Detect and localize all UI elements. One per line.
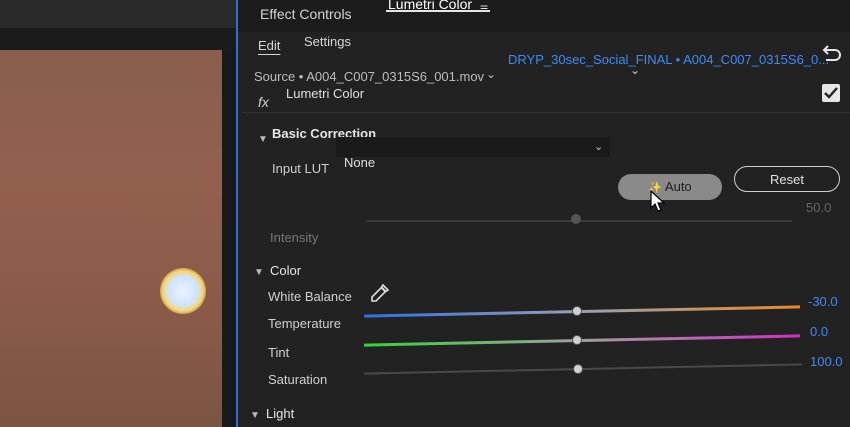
lumetri-panel: Effect Controls Lumetri Color ≡ Edit Set…: [236, 0, 850, 427]
intensity-value[interactable]: 50.0: [806, 200, 831, 215]
color-header[interactable]: Color: [270, 263, 301, 278]
saturation-slider-thumb[interactable]: [573, 364, 583, 374]
auto-button-label: Auto: [664, 179, 692, 194]
input-lut-dropdown[interactable]: [336, 137, 610, 157]
active-tab-indicator: [386, 10, 490, 12]
temperature-slider-thumb[interactable]: [572, 306, 582, 316]
white-balance-label: White Balance: [268, 289, 352, 304]
tint-slider-thumb[interactable]: [572, 335, 582, 345]
light-header[interactable]: Light: [266, 406, 294, 421]
basic-correction-chevron-down-icon[interactable]: ▼: [258, 134, 268, 145]
tint-value[interactable]: 0.0: [810, 324, 828, 339]
intensity-label: Intensity: [270, 230, 319, 245]
temperature-slider-track[interactable]: [364, 305, 800, 318]
input-lut-value[interactable]: None: [344, 155, 375, 170]
panel-menu-icon[interactable]: ≡: [480, 0, 488, 16]
intensity-slider-thumb[interactable]: [571, 214, 581, 224]
tint-slider-track[interactable]: [364, 334, 800, 347]
program-monitor: [0, 0, 244, 427]
saturation-label: Saturation: [268, 372, 328, 387]
tab-settings[interactable]: Settings: [304, 34, 351, 49]
temperature-label: Temperature: [268, 316, 341, 331]
sequence-chevron-down-icon[interactable]: ⌄: [630, 63, 640, 77]
temperature-value[interactable]: -30.0: [808, 294, 838, 309]
fx-icon: fx: [258, 94, 269, 110]
mouse-cursor-icon: [650, 190, 666, 212]
saturation-value[interactable]: 100.0: [810, 354, 843, 369]
panel-tab-bar: Effect Controls Lumetri Color ≡: [238, 0, 850, 32]
source-chevron-down-icon[interactable]: ⌄: [486, 67, 496, 81]
tab-edit[interactable]: Edit: [258, 38, 280, 53]
sequence-clip-label[interactable]: DRYP_30sec_Social_FINAL • A004_C007_0315…: [508, 52, 829, 67]
eyedropper-icon[interactable]: [370, 283, 390, 303]
sun-highlight: [160, 268, 206, 314]
reset-button[interactable]: Reset: [734, 166, 840, 192]
tab-effect-controls[interactable]: Effect Controls: [260, 6, 352, 22]
auto-button[interactable]: ✨ Auto: [618, 174, 722, 200]
source-clip-label[interactable]: Source • A004_C007_0315S6_001.mov: [254, 69, 484, 84]
effect-name: Lumetri Color: [286, 86, 365, 101]
effect-enable-checkbox[interactable]: [822, 84, 840, 102]
monitor-title-strip: [0, 0, 244, 28]
divider: [242, 112, 850, 113]
light-chevron-down-icon[interactable]: ▼: [250, 410, 260, 421]
saturation-slider-track[interactable]: [364, 363, 802, 375]
video-frame: [0, 50, 222, 427]
input-lut-label: Input LUT: [272, 161, 330, 176]
lut-chevron-down-icon[interactable]: ⌄: [594, 140, 603, 153]
color-chevron-down-icon[interactable]: ▼: [254, 267, 264, 278]
reset-effect-icon[interactable]: [820, 44, 842, 64]
tint-label: Tint: [268, 345, 290, 360]
